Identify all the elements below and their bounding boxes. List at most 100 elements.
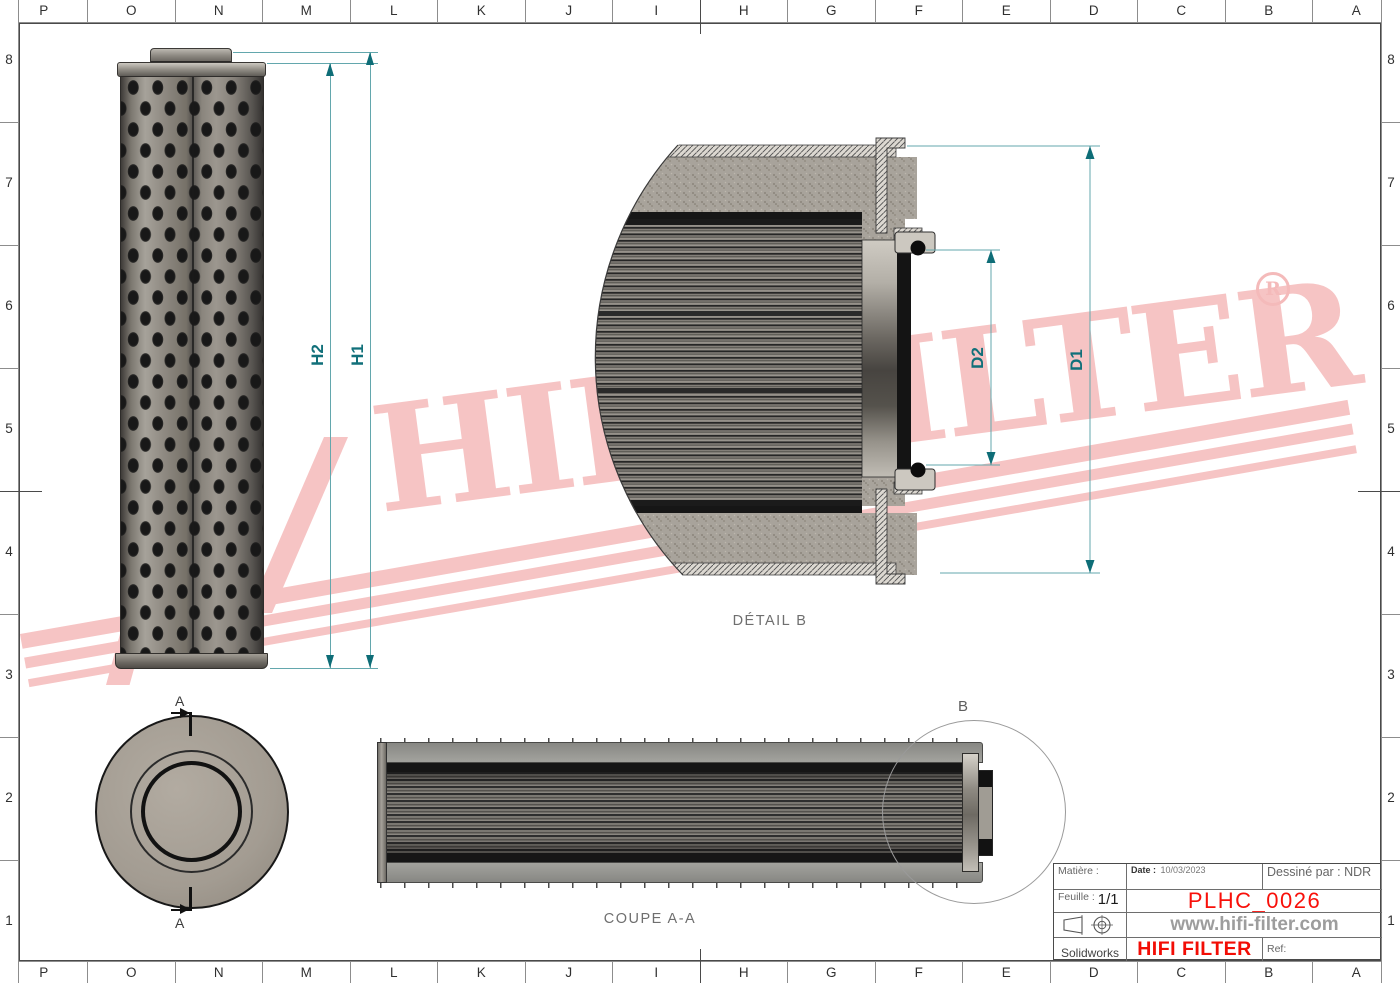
detail-view: D2 D1 [592, 136, 1112, 586]
grid-column-label: I [636, 3, 676, 18]
section-arrow-bottom-icon [180, 904, 190, 914]
dimension-label-h1: H1 [344, 337, 372, 373]
h1-arrow-top [366, 52, 374, 65]
front-view-bottom-cap [115, 653, 268, 669]
date-label: Date : [1131, 865, 1156, 875]
grid-tick [0, 860, 18, 861]
section-left-cap [377, 742, 387, 883]
grid-tick [1312, 962, 1313, 983]
drawing-sheet: HIFI FILTER R H2 H1 A A [0, 0, 1400, 983]
detail-black-band-top [592, 212, 862, 219]
grid-tick [262, 0, 263, 22]
grid-column-label: C [1161, 965, 1201, 980]
section-letter-top: A [175, 693, 184, 709]
grid-tick [612, 0, 613, 22]
grid-tick [1050, 962, 1051, 983]
grid-tick [787, 962, 788, 983]
detail-body [592, 138, 935, 584]
dimension-label-d2: D2 [968, 347, 987, 369]
h1-arrow-bottom [366, 655, 374, 668]
detail-oring-top [911, 241, 926, 256]
grid-column-label: B [1249, 965, 1289, 980]
section-outer-band-bottom [380, 862, 983, 883]
detail-shell-bottom [592, 563, 896, 575]
h2-arrow-bottom [326, 655, 334, 668]
h1-extension-top [233, 52, 378, 53]
grid-column-label: G [811, 965, 851, 980]
grid-row-label: 4 [0, 544, 18, 559]
section-black-band-bottom [380, 853, 962, 862]
grid-column-label: L [374, 965, 414, 980]
grid-tick [437, 0, 438, 22]
grid-tick [0, 737, 18, 738]
brand-name: HIFI FILTER [1127, 938, 1263, 961]
grid-column-label: G [811, 3, 851, 18]
grid-column-label: B [1249, 3, 1289, 18]
grid-column-label: A [1336, 3, 1376, 18]
software-label: Solidworks [1054, 938, 1127, 961]
dimension-label-h2: H2 [304, 337, 332, 373]
front-view-mesh-body [120, 76, 264, 654]
grid-row-label: 1 [1382, 913, 1400, 928]
grid-row-label: 3 [0, 667, 18, 682]
grid-row-label: 3 [1382, 667, 1400, 682]
grid-row-label: 1 [0, 913, 18, 928]
grid-row-label: 7 [0, 175, 18, 190]
ref-label: Ref: [1267, 943, 1286, 955]
grid-tick [1225, 0, 1226, 22]
grid-column-label: L [374, 3, 414, 18]
sheet-label: Feuille : [1058, 891, 1095, 903]
grid-tick [612, 962, 613, 983]
grid-tick [350, 962, 351, 983]
grid-column-label: I [636, 965, 676, 980]
section-letter-bottom: A [175, 915, 184, 931]
grid-tick [525, 962, 526, 983]
title-block: Matière : Date : 10/03/2023 Dessiné par … [1053, 863, 1381, 960]
detail-pleats [592, 219, 862, 506]
grid-row-label: 7 [1382, 175, 1400, 190]
center-mark-top [700, 0, 701, 34]
grid-tick [175, 0, 176, 22]
center-mark-bottom [700, 949, 701, 983]
grid-tick [1137, 0, 1138, 22]
grid-row-label: 5 [1382, 421, 1400, 436]
grid-tick [875, 0, 876, 22]
grid-column-label: K [461, 3, 501, 18]
drawn-by-label: Dessiné par : NDR [1267, 865, 1371, 879]
grid-tick [787, 0, 788, 22]
grid-row-label: 8 [1382, 52, 1400, 67]
grid-tick [1382, 368, 1400, 369]
grid-row-label: 4 [1382, 544, 1400, 559]
grid-tick [1382, 737, 1400, 738]
grid-column-label: O [111, 965, 151, 980]
grid-tick [1382, 122, 1400, 123]
detail-endcap-top [592, 157, 917, 219]
grid-tick [350, 0, 351, 22]
grid-tick [525, 0, 526, 22]
registered-trademark-icon: R [1256, 272, 1290, 306]
d2-arrow-bottom [987, 452, 996, 465]
grid-column-label: P [24, 965, 64, 980]
grid-column-label: K [461, 965, 501, 980]
grid-column-label: O [111, 3, 151, 18]
part-number: PLHC_0026 [1127, 890, 1382, 913]
detail-shell-top [592, 145, 896, 157]
grid-column-label: P [24, 3, 64, 18]
projection-symbol-icon [1054, 913, 1127, 938]
grid-tick [1050, 0, 1051, 22]
grid-column-label: J [549, 965, 589, 980]
grid-row-label: 2 [0, 790, 18, 805]
date-value: 10/03/2023 [1160, 865, 1205, 875]
grid-row-label: 8 [0, 52, 18, 67]
grid-column-label: F [899, 965, 939, 980]
detail-callout-circle [882, 720, 1066, 904]
h2-arrow-top [326, 63, 334, 76]
detail-inner-tube [862, 240, 898, 477]
grid-tick [1225, 962, 1226, 983]
detail-view-label: DÉTAIL B [705, 613, 835, 629]
grid-column-label: N [199, 965, 239, 980]
h-extension-bottom [270, 668, 378, 669]
grid-tick [0, 122, 18, 123]
pleat-ticks-bottom [380, 883, 980, 888]
grid-column-label: E [986, 965, 1026, 980]
